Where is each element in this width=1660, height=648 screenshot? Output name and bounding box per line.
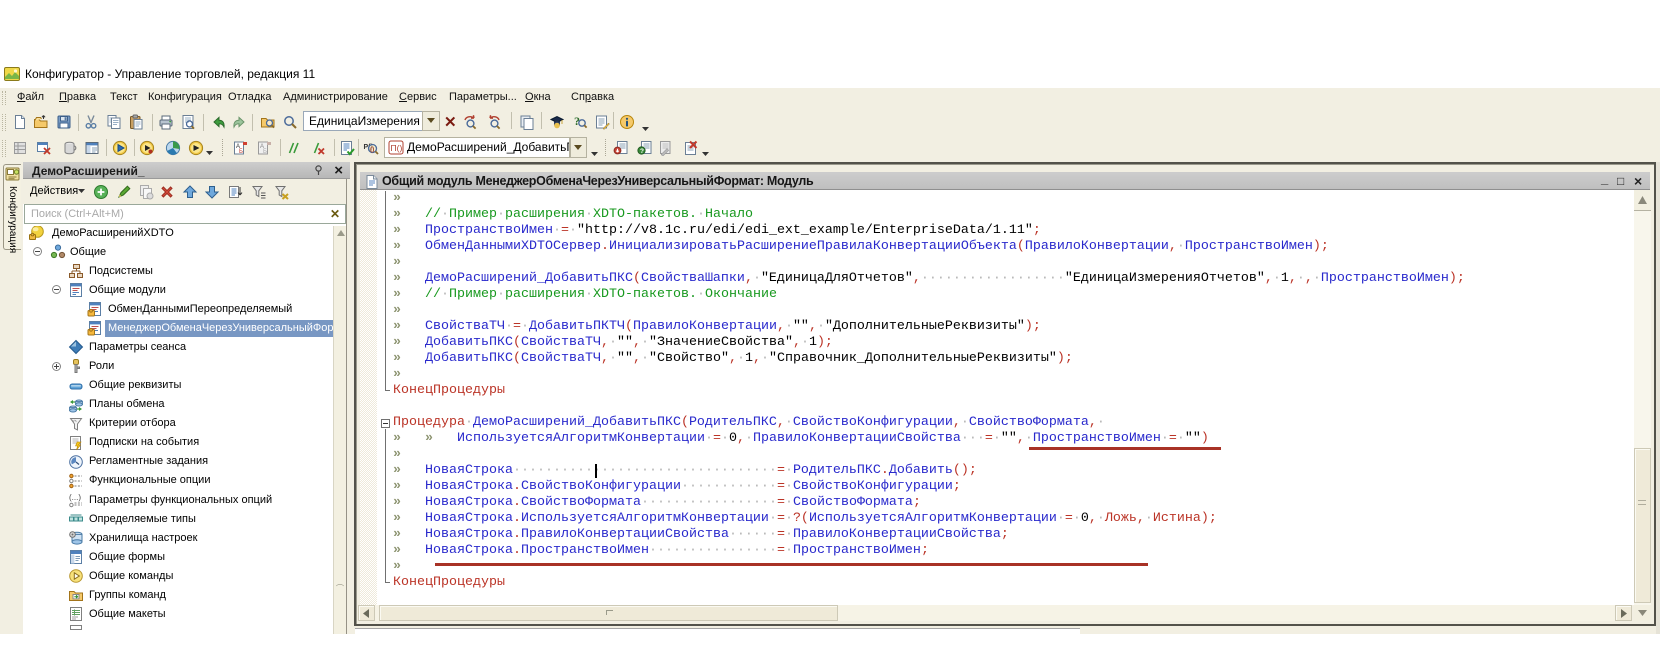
svg-text:(...): (...) (69, 493, 81, 502)
svg-text:Б: Б (263, 149, 267, 155)
svg-text:?: ? (640, 148, 644, 155)
svg-text:П(): П() (391, 143, 403, 153)
svg-text:(): () (370, 146, 374, 153)
svg-text:Б: Б (239, 149, 243, 155)
